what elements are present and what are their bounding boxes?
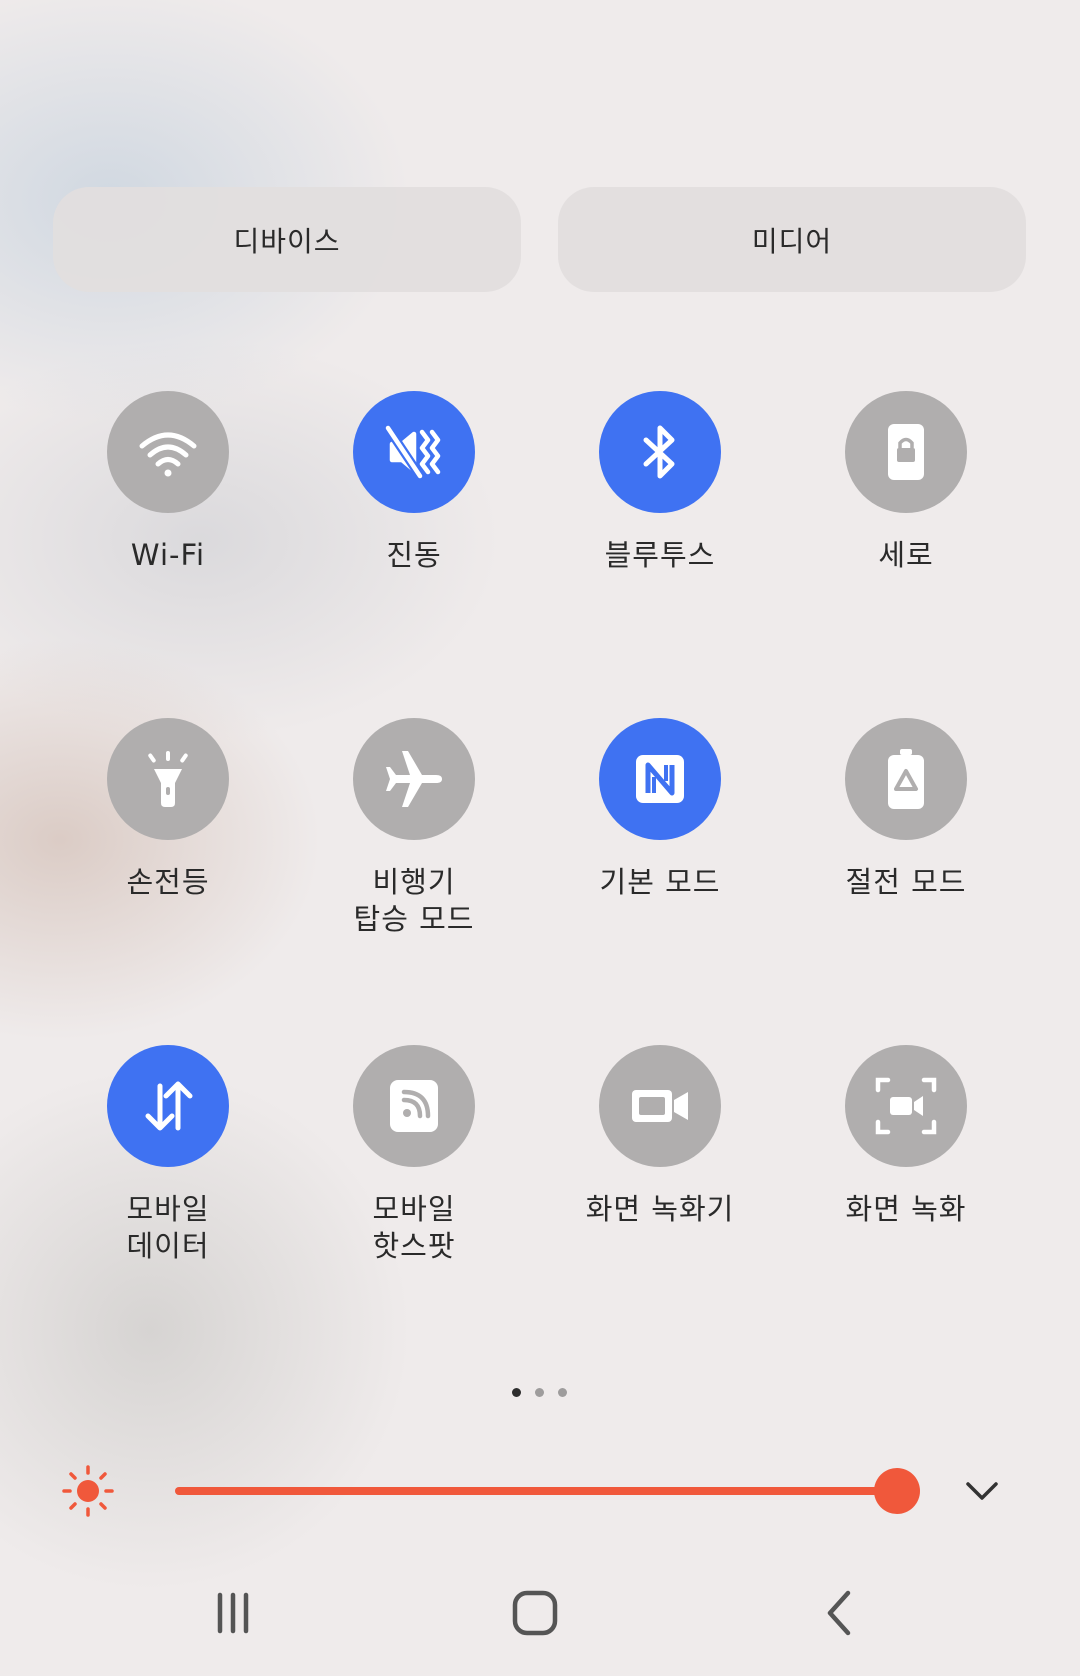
tile-label: 세로 <box>878 538 934 572</box>
tile-label: 비행기 탑승 모드 <box>353 865 475 936</box>
tile-label: 모바일 데이터 <box>126 1192 210 1263</box>
hotspot-icon[interactable] <box>353 1045 475 1167</box>
portrait-lock-icon[interactable] <box>845 391 967 513</box>
page-dot[interactable] <box>535 1388 544 1397</box>
home-icon <box>512 1590 558 1636</box>
tile-label: 모바일 핫스팟 <box>372 1192 456 1263</box>
page-dot[interactable] <box>512 1388 521 1397</box>
tile-airplane[interactable]: 비행기 탑승 모드 <box>291 718 537 938</box>
brightness-slider[interactable] <box>175 1468 920 1514</box>
tile-flashlight[interactable]: 손전등 <box>45 718 291 901</box>
power-saving-icon[interactable] <box>845 718 967 840</box>
tile-label: 진동 <box>386 538 442 572</box>
media-button[interactable]: 미디어 <box>558 187 1026 292</box>
tile-portrait[interactable]: 세로 <box>783 391 1029 574</box>
video-camera-icon[interactable] <box>599 1045 721 1167</box>
nfc-icon[interactable] <box>599 718 721 840</box>
mobile-data-icon[interactable] <box>107 1045 229 1167</box>
page-indicator <box>512 1388 567 1397</box>
tile-bluetooth[interactable]: 블루투스 <box>537 391 783 574</box>
tile-label: 손전등 <box>126 865 210 899</box>
recent-apps-icon <box>217 1592 249 1634</box>
tile-mobile-data[interactable]: 모바일 데이터 <box>45 1045 291 1265</box>
brightness-icon <box>62 1465 114 1517</box>
recent-apps-button[interactable] <box>198 1578 268 1648</box>
tile-nfc[interactable]: 기본 모드 <box>537 718 783 901</box>
tile-label: 화면 녹화 <box>845 1192 967 1226</box>
navigation-bar <box>0 1570 1080 1656</box>
brightness-slider-fill <box>175 1487 897 1495</box>
brightness-slider-thumb[interactable] <box>874 1468 920 1514</box>
page-dot[interactable] <box>558 1388 567 1397</box>
flashlight-icon[interactable] <box>107 718 229 840</box>
devices-button[interactable]: 디바이스 <box>53 187 521 292</box>
tile-label: 화면 녹화기 <box>585 1192 735 1226</box>
tile-screen-recorder[interactable]: 화면 녹화기 <box>537 1045 783 1228</box>
tile-vibrate[interactable]: 진동 <box>291 391 537 574</box>
tile-power-saving[interactable]: 절전 모드 <box>783 718 1029 901</box>
vibrate-icon[interactable] <box>353 391 475 513</box>
tile-hotspot[interactable]: 모바일 핫스팟 <box>291 1045 537 1265</box>
tile-label: 기본 모드 <box>599 865 721 899</box>
back-button[interactable] <box>805 1578 875 1648</box>
bluetooth-icon[interactable] <box>599 391 721 513</box>
chevron-down-icon[interactable] <box>962 1473 1002 1509</box>
tile-label: 절전 모드 <box>845 865 967 899</box>
home-button[interactable] <box>500 1578 570 1648</box>
airplane-icon[interactable] <box>353 718 475 840</box>
tile-wifi[interactable]: Wi-Fi <box>45 391 291 574</box>
wifi-icon[interactable] <box>107 391 229 513</box>
tile-label: 블루투스 <box>604 538 716 572</box>
tile-screen-record[interactable]: 화면 녹화 <box>783 1045 1029 1228</box>
back-icon <box>827 1590 851 1636</box>
tile-label: Wi-Fi <box>130 538 206 572</box>
screen-record-icon[interactable] <box>845 1045 967 1167</box>
brightness-control <box>0 1455 1080 1527</box>
